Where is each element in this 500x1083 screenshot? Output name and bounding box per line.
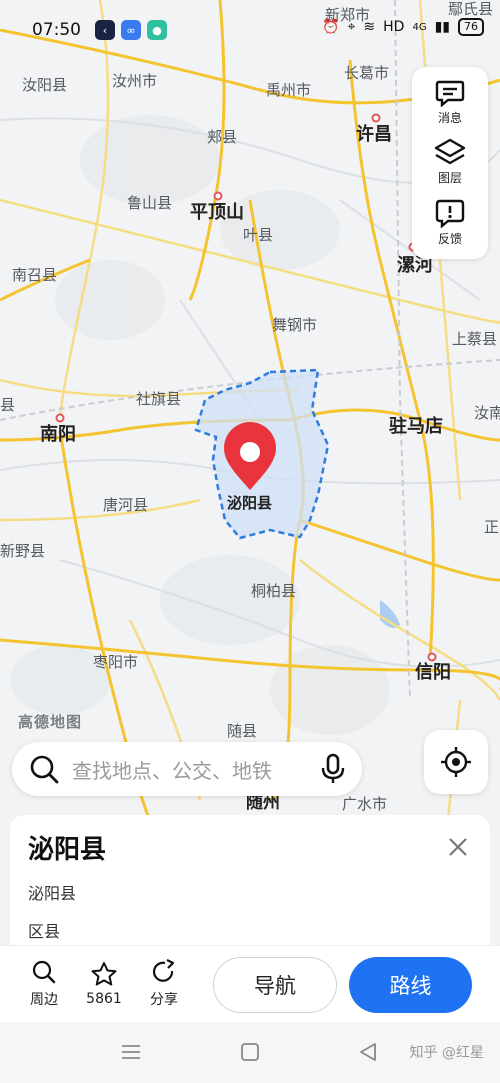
search-icon (30, 755, 59, 784)
menu-icon[interactable] (120, 1042, 142, 1062)
signal-icon: ▮▮ (434, 19, 450, 35)
layers-button[interactable]: 图层 (433, 137, 467, 186)
layers-label: 图层 (437, 171, 462, 186)
home-icon[interactable] (240, 1042, 260, 1062)
map-label: 新野县 (0, 543, 45, 560)
map-label: 随县 (227, 723, 257, 740)
messages-label: 消息 (437, 110, 462, 125)
share-button[interactable]: 分享 (134, 959, 194, 1009)
map-label: 唐河县 (103, 497, 148, 514)
place-subtitle: 泌阳县 (28, 884, 77, 903)
signal-type: 4G (412, 21, 427, 33)
search-nearby-icon (32, 960, 56, 984)
close-icon[interactable] (446, 835, 470, 859)
app-notification-icon: ∞ (121, 20, 141, 40)
crosshair-icon (441, 747, 471, 777)
map-label: 平顶山 (190, 202, 244, 222)
search-input[interactable]: 查找地点、公交、地铁 (72, 755, 320, 784)
map-label: 汝阳县 (22, 77, 67, 94)
map-label: 广水市 (342, 796, 387, 813)
map-label: 叶县 (243, 227, 273, 244)
map-label: 南召县 (12, 267, 57, 284)
map-label: 枣阳市 (93, 654, 138, 671)
route-button[interactable]: 路线 (349, 957, 472, 1013)
nearby-button[interactable]: 周边 (14, 959, 74, 1009)
message-icon (435, 80, 465, 107)
map-label: 上蔡县 (452, 331, 497, 348)
app-notification-icon: ● (147, 20, 167, 40)
messages-button[interactable]: 消息 (435, 79, 465, 126)
wifi-icon: ≋ (363, 19, 376, 35)
share-label: 分享 (150, 992, 178, 1008)
action-bar: 周边 5861 分享 导航 路线 (0, 945, 500, 1022)
map-label: 南阳 (40, 423, 76, 444)
alarm-icon: ⏰ (322, 19, 340, 35)
map-label: 信阳 (415, 661, 451, 682)
battery-indicator: 76 (458, 18, 484, 36)
back-icon[interactable] (358, 1042, 378, 1062)
star-icon (91, 962, 117, 986)
app-notification-icon: ‹ (95, 20, 115, 40)
search-bar[interactable]: 查找地点、公交、地铁 (12, 742, 362, 796)
feedback-icon (435, 199, 465, 229)
favorite-count: 5861 (86, 991, 122, 1007)
map-side-panel: 消息 图层 反馈 (412, 67, 488, 259)
map-label: 许昌 (356, 123, 392, 144)
favorite-button[interactable]: 5861 (74, 961, 134, 1007)
network-type: HD (383, 19, 405, 35)
share-icon (152, 959, 175, 982)
microphone-icon[interactable] (320, 753, 346, 785)
map-label: 鲁山县 (127, 195, 172, 212)
layers-icon (434, 139, 466, 165)
map-label: 正 (484, 519, 499, 536)
map-label: 桐柏县 (251, 583, 296, 600)
place-category: 区县 (28, 922, 61, 941)
feedback-button[interactable]: 反馈 (435, 198, 465, 247)
status-time: 07:50 (32, 20, 81, 40)
map-label: 长葛市 (344, 65, 389, 82)
place-card: 泌阳县 泌阳县 区县 (10, 815, 490, 945)
map-brand-logo: 高德地图 (18, 713, 83, 731)
map-label: 汝南 (474, 405, 500, 422)
place-title: 泌阳县 (28, 835, 107, 865)
map-label: 泌阳县 (227, 494, 272, 512)
map-label: 郏县 (207, 129, 237, 146)
my-location-button[interactable] (424, 730, 488, 794)
map-label: 县 (0, 397, 15, 414)
map-label: 社旗县 (136, 391, 181, 408)
status-bar: 07:50 ‹ ∞ ● ⏰ ⌖ ≋ HD 4G ▮▮ 76 (0, 0, 500, 60)
map-label: 禹州市 (266, 82, 311, 99)
watermark: 知乎 @红星 (409, 1045, 484, 1061)
nearby-label: 周边 (30, 992, 58, 1008)
map-label: 驻马店 (389, 415, 443, 436)
map-label: 舞钢市 (272, 317, 317, 334)
feedback-label: 反馈 (437, 232, 462, 247)
location-icon: ⌖ (347, 19, 356, 35)
status-indicators: ⏰ ⌖ ≋ HD 4G ▮▮ 76 (322, 18, 484, 36)
navigate-button[interactable]: 导航 (213, 957, 337, 1013)
map-label: 汝州市 (112, 73, 157, 90)
